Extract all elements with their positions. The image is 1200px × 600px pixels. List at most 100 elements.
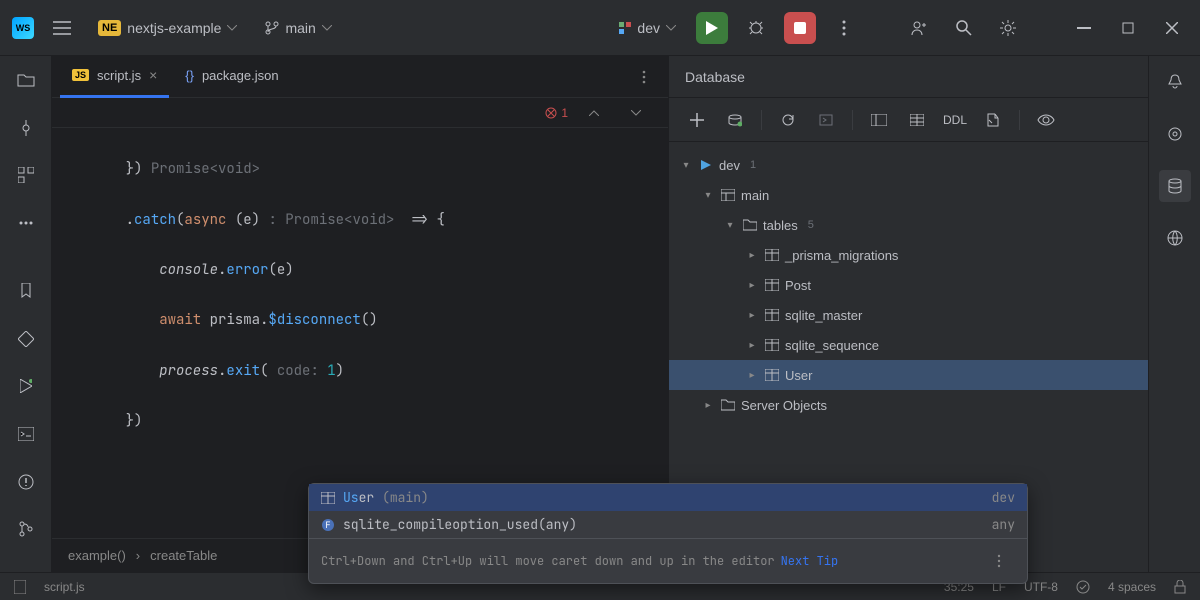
notifications-icon[interactable] <box>1159 66 1191 98</box>
table-icon <box>321 492 335 504</box>
autocomplete-popup: User (main) dev F sqlite_compileoption_u… <box>308 483 1028 584</box>
folder-icon <box>743 219 757 231</box>
error-count[interactable]: 1 <box>545 106 568 120</box>
status-file[interactable]: script.js <box>44 580 85 594</box>
project-badge: NE <box>98 20 121 36</box>
minimize-icon[interactable] <box>1068 12 1100 44</box>
chevron-down-icon <box>666 25 676 31</box>
tab-script-js[interactable]: JS script.js × <box>60 56 169 98</box>
project-tool-icon[interactable] <box>10 66 42 94</box>
vcs-tool-icon[interactable] <box>10 516 42 544</box>
app-logo: WS <box>12 17 34 39</box>
run-config-name: dev <box>637 20 660 36</box>
more-actions-icon[interactable] <box>828 12 860 44</box>
function-icon: F <box>321 518 335 532</box>
schema-icon <box>721 189 735 201</box>
close-tab-icon[interactable]: × <box>149 67 157 83</box>
tab-more-icon[interactable] <box>628 61 660 93</box>
status-lock-icon[interactable] <box>1174 580 1186 594</box>
stop-icon <box>794 22 806 34</box>
editor-status-strip: 1 <box>52 98 668 128</box>
chevron-down-icon <box>227 25 237 31</box>
refresh-icon[interactable] <box>772 104 804 136</box>
next-highlight-icon[interactable] <box>620 97 652 129</box>
tree-server-objects[interactable]: ▸Server Objects <box>669 390 1148 420</box>
tree-tables-folder[interactable]: ▾tables5 <box>669 210 1148 240</box>
run-button[interactable] <box>696 12 728 44</box>
branch-name: main <box>285 20 315 36</box>
debug-button[interactable] <box>740 12 772 44</box>
maximize-icon[interactable] <box>1112 12 1144 44</box>
tab-package-json[interactable]: {} package.json <box>173 56 290 98</box>
commit-tool-icon[interactable] <box>10 114 42 142</box>
titlebar: WS NE nextjs-example main dev <box>0 0 1200 56</box>
table-icon <box>765 249 779 261</box>
breadcrumb-item[interactable]: createTable <box>150 548 217 563</box>
table-view-icon[interactable] <box>901 104 933 136</box>
close-icon[interactable] <box>1156 12 1188 44</box>
jump-to-console-icon[interactable] <box>977 104 1009 136</box>
tree-schema[interactable]: ▾main <box>669 180 1148 210</box>
tree-table[interactable]: ▸sqlite_master <box>669 300 1148 330</box>
ai-assistant-icon[interactable] <box>1159 118 1191 150</box>
svg-text:F: F <box>325 519 330 531</box>
table-icon <box>765 309 779 321</box>
terminal-tool-icon[interactable] <box>10 420 42 448</box>
js-file-icon: JS <box>72 69 89 81</box>
autocomplete-item[interactable]: F sqlite_compileoption_used(any) any <box>309 511 1027 538</box>
next-tip-link[interactable]: Next Tip <box>781 553 839 569</box>
status-encoding[interactable]: UTF-8 <box>1024 580 1058 594</box>
breadcrumb-item[interactable]: example() <box>68 548 126 563</box>
status-indent[interactable]: 4 spaces <box>1108 580 1156 594</box>
hamburger-icon[interactable] <box>46 12 78 44</box>
prev-highlight-icon[interactable] <box>578 97 610 129</box>
chevron-down-icon <box>322 25 332 31</box>
stop-button[interactable] <box>784 12 816 44</box>
table-icon <box>765 279 779 291</box>
branch-dropdown[interactable]: main <box>257 16 339 40</box>
run-config-icon <box>619 22 631 34</box>
autocomplete-tip: Ctrl+Down and Ctrl+Up will move caret do… <box>309 538 1027 583</box>
tree-table[interactable]: ▸_prisma_migrations <box>669 240 1148 270</box>
run-config-dropdown[interactable]: dev <box>611 16 684 40</box>
branch-icon <box>265 21 279 35</box>
status-file-icon <box>14 580 26 594</box>
ddl-button[interactable]: DDL <box>939 104 971 136</box>
code-with-me-icon[interactable] <box>904 12 936 44</box>
services-tool-icon[interactable] <box>10 325 42 353</box>
run-tool-icon[interactable] <box>10 372 42 400</box>
project-name: nextjs-example <box>127 20 221 36</box>
database-tool-icon[interactable] <box>1159 170 1191 202</box>
project-dropdown[interactable]: NE nextjs-example <box>90 16 245 40</box>
tree-table-user[interactable]: ▸User <box>669 360 1148 390</box>
tree-datasource[interactable]: ▾dev1 <box>669 150 1148 180</box>
json-file-icon: {} <box>185 68 194 83</box>
settings-icon[interactable] <box>992 12 1024 44</box>
left-tool-gutter <box>0 56 52 572</box>
tree-table[interactable]: ▸sqlite_sequence <box>669 330 1148 360</box>
code-editor[interactable]: }) Promise<void> .catch(async (e) : Prom… <box>52 128 668 538</box>
status-analysis-icon[interactable] <box>1076 580 1090 594</box>
tree-table[interactable]: ▸Post <box>669 270 1148 300</box>
search-icon[interactable] <box>948 12 980 44</box>
more-tools-icon[interactable] <box>10 209 42 237</box>
tab-label: package.json <box>202 68 279 83</box>
database-toolbar: DDL <box>669 98 1148 142</box>
database-panel-title: Database <box>669 56 1148 98</box>
duplicate-datasource-icon[interactable] <box>719 104 751 136</box>
stop-query-icon[interactable] <box>810 104 842 136</box>
problems-tool-icon[interactable] <box>10 468 42 496</box>
view-mode-icon[interactable] <box>863 104 895 136</box>
play-icon <box>706 21 718 35</box>
autocomplete-more-icon[interactable] <box>983 545 1015 577</box>
bug-icon <box>748 20 764 36</box>
structure-tool-icon[interactable] <box>10 161 42 189</box>
filter-icon[interactable] <box>1030 104 1062 136</box>
right-tool-gutter <box>1148 56 1200 572</box>
table-icon <box>765 369 779 381</box>
web-tool-icon[interactable] <box>1159 222 1191 254</box>
bookmarks-tool-icon[interactable] <box>10 277 42 305</box>
autocomplete-item[interactable]: User (main) dev <box>309 484 1027 511</box>
new-datasource-icon[interactable] <box>681 104 713 136</box>
table-icon <box>765 339 779 351</box>
